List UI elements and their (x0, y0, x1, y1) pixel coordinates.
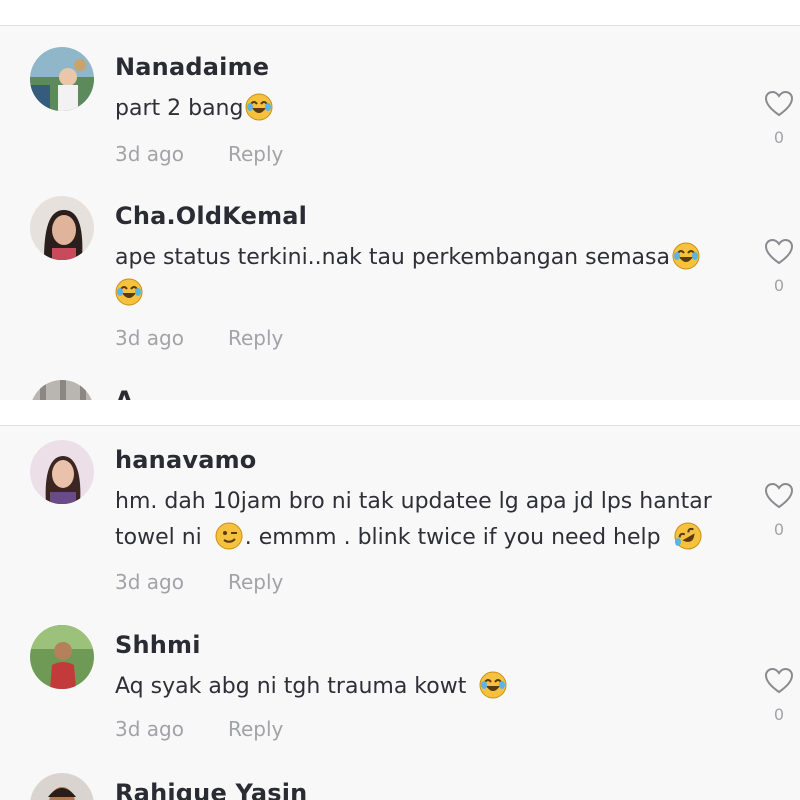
joy-emoji-icon (245, 93, 273, 121)
like-count: 0 (773, 276, 785, 295)
comment-text: hm. dah 10jam bro ni tak updatee lg apa … (115, 484, 725, 556)
like-button[interactable]: 0 (762, 90, 796, 147)
comment-text-line: hm. dah 10jam bro ni tak updatee lg apa … (115, 489, 712, 514)
comment-meta: 3d ago Reply (115, 326, 283, 350)
avatar[interactable] (30, 196, 94, 260)
like-button[interactable]: 0 (762, 482, 796, 539)
comment-timestamp: 3d ago (115, 570, 184, 594)
comment-username[interactable]: A (115, 386, 134, 400)
reply-button[interactable]: Reply (228, 142, 283, 166)
joy-emoji-icon (672, 242, 700, 270)
comments-panel-top: Nanadaime part 2 bang 3d ago Reply 0 Cha.… (0, 0, 800, 400)
reply-button[interactable]: Reply (228, 717, 283, 741)
reply-button[interactable]: Reply (228, 570, 283, 594)
comment-username[interactable]: Cha.OldKemal (115, 202, 307, 230)
comment-meta: 3d ago Reply (115, 142, 283, 166)
comment-username[interactable]: Shhmi (115, 631, 201, 659)
comment-timestamp: 3d ago (115, 717, 184, 741)
comment-text-line: towel ni (115, 525, 202, 550)
like-button[interactable]: 0 (762, 238, 796, 295)
comment-username[interactable]: Rahique Yasin (115, 779, 307, 800)
avatar[interactable] (30, 773, 94, 800)
comments-panel-bottom: hanavamo hm. dah 10jam bro ni tak update… (0, 400, 800, 800)
heart-outline-icon[interactable] (762, 238, 796, 266)
avatar[interactable] (30, 380, 94, 400)
comment-timestamp: 3d ago (115, 326, 184, 350)
comment-username[interactable]: Nanadaime (115, 53, 269, 81)
joy-emoji-icon (115, 278, 143, 306)
panel-header-strip (0, 400, 800, 426)
comment-text-line: . emmm . blink twice if you need help (244, 525, 661, 550)
comment-text: ape status terkini..nak tau perkembangan… (115, 240, 725, 312)
panel-header-strip (0, 0, 800, 26)
avatar[interactable] (30, 440, 94, 504)
avatar[interactable] (30, 47, 94, 111)
comment-username[interactable]: hanavamo (115, 446, 257, 474)
heart-outline-icon[interactable] (762, 667, 796, 695)
heart-outline-icon[interactable] (762, 482, 796, 510)
like-count: 0 (773, 705, 785, 724)
like-button[interactable]: 0 (762, 667, 796, 724)
comment-text-body: ape status terkini..nak tau perkembangan… (115, 245, 670, 270)
comment-meta: 3d ago Reply (115, 717, 283, 741)
reply-button[interactable]: Reply (228, 326, 283, 350)
rofl-emoji-icon (674, 522, 702, 550)
joy-emoji-icon (479, 671, 507, 699)
like-count: 0 (773, 520, 785, 539)
winking-emoji-icon (215, 522, 243, 550)
comment-text-body: part 2 bang (115, 96, 244, 121)
comment-text-body: Aq syak abg ni tgh trauma kowt (115, 674, 467, 699)
like-count: 0 (773, 128, 785, 147)
comment-text: Aq syak abg ni tgh trauma kowt (115, 669, 725, 705)
avatar[interactable] (30, 625, 94, 689)
comment-text: part 2 bang (115, 91, 725, 127)
comment-timestamp: 3d ago (115, 142, 184, 166)
heart-outline-icon[interactable] (762, 90, 796, 118)
comment-meta: 3d ago Reply (115, 570, 283, 594)
